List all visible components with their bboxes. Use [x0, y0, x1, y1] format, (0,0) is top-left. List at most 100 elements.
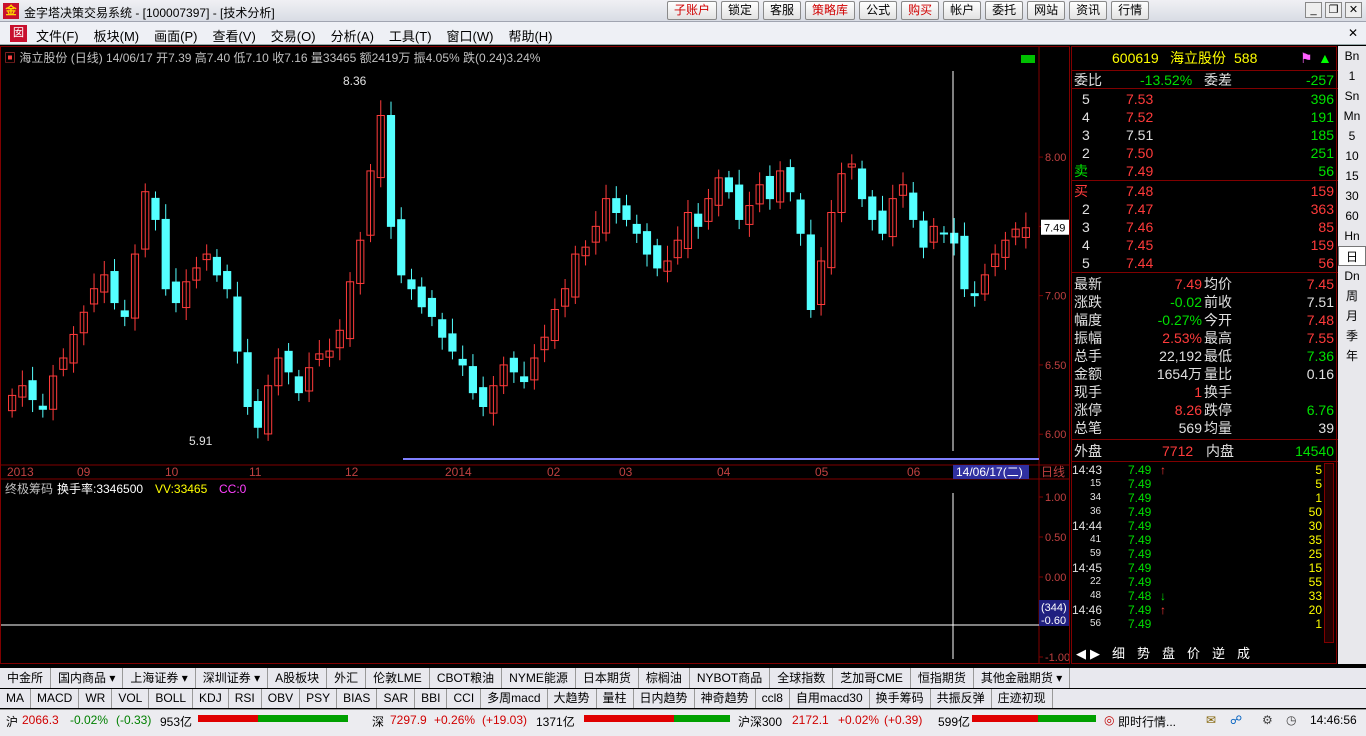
- book-row[interactable]: 3 7.51 185: [1072, 126, 1338, 144]
- top-button-7[interactable]: 委托: [985, 1, 1024, 20]
- minimize-icon[interactable]: _: [1305, 2, 1322, 18]
- menu-item-4[interactable]: 交易(O): [271, 26, 316, 45]
- indicator-tab-13[interactable]: 多周macd: [481, 689, 548, 708]
- book-row[interactable]: 卖 7.49 56: [1072, 162, 1338, 180]
- menu-item-7[interactable]: 窗口(W): [447, 26, 494, 45]
- top-button-0[interactable]: 子账户: [667, 1, 718, 20]
- indicator-tab-0[interactable]: MA: [0, 689, 31, 708]
- indicator-tab-10[interactable]: SAR: [377, 689, 416, 708]
- market-tab-1[interactable]: 国内商品 ▾: [51, 668, 124, 688]
- indicator-tab-14[interactable]: 大趋势: [548, 689, 597, 708]
- period-11[interactable]: Dn: [1338, 266, 1366, 286]
- market-tab-4[interactable]: A股板块: [268, 668, 328, 688]
- close-icon[interactable]: ✕: [1345, 2, 1362, 18]
- indicator-tab-21[interactable]: 共振反弹: [931, 689, 992, 708]
- market-tab-9[interactable]: 日本期货: [576, 668, 639, 688]
- market-tab-10[interactable]: 棕榈油: [639, 668, 690, 688]
- market-tab-3[interactable]: 深圳证券 ▾: [196, 668, 269, 688]
- book-row[interactable]: 4 7.52 191: [1072, 108, 1338, 126]
- period-15[interactable]: 年: [1338, 346, 1366, 366]
- settings-icon[interactable]: ⚙: [1262, 713, 1273, 727]
- up-arrow-icon[interactable]: ▲: [1318, 49, 1332, 67]
- indicator-tab-6[interactable]: RSI: [229, 689, 262, 708]
- indicator-tab-17[interactable]: 神奇趋势: [695, 689, 756, 708]
- market-tab-12[interactable]: 全球指数: [770, 668, 834, 688]
- period-8[interactable]: 60: [1338, 206, 1366, 226]
- top-button-4[interactable]: 公式: [859, 1, 898, 20]
- chart-pane[interactable]: 8.007.507.006.506.008.365.917.4920130910…: [0, 46, 1070, 664]
- top-button-2[interactable]: 客服: [763, 1, 802, 20]
- top-button-1[interactable]: 锁定: [721, 1, 760, 20]
- menu-item-8[interactable]: 帮助(H): [508, 26, 552, 45]
- menu-item-2[interactable]: 画面(P): [154, 26, 197, 45]
- period-7[interactable]: 30: [1338, 186, 1366, 206]
- indicator-tab-9[interactable]: BIAS: [337, 689, 378, 708]
- tick-footer-4[interactable]: 盘: [1162, 645, 1175, 663]
- market-tab-2[interactable]: 上海证券 ▾: [123, 668, 196, 688]
- kline-chart[interactable]: 8.007.507.006.506.008.365.917.4920130910…: [1, 47, 1069, 663]
- flag-icon[interactable]: ⚑: [1300, 49, 1313, 67]
- tick-footer-3[interactable]: 势: [1137, 645, 1150, 663]
- indicator-tab-22[interactable]: 庄迹初现: [992, 689, 1053, 708]
- market-tab-0[interactable]: 中金所: [0, 668, 52, 688]
- top-button-3[interactable]: 策略库: [805, 1, 856, 20]
- close-doc-icon[interactable]: ✕: [1346, 26, 1360, 40]
- indicator-tab-3[interactable]: VOL: [112, 689, 150, 708]
- top-button-10[interactable]: 行情: [1111, 1, 1150, 20]
- tick-footer-2[interactable]: 细: [1112, 645, 1125, 663]
- period-2[interactable]: Sn: [1338, 86, 1366, 106]
- menu-item-6[interactable]: 工具(T): [389, 26, 432, 45]
- book-row[interactable]: 5 7.53 396: [1072, 90, 1338, 108]
- period-9[interactable]: Hn: [1338, 226, 1366, 246]
- indicator-tab-11[interactable]: BBI: [415, 689, 448, 708]
- book-row[interactable]: 买 7.48 159: [1072, 182, 1338, 200]
- period-10[interactable]: 日: [1338, 246, 1366, 266]
- market-tab-6[interactable]: 伦敦LME: [366, 668, 430, 688]
- market-tab-11[interactable]: NYBOT商品: [690, 668, 771, 688]
- market-tab-5[interactable]: 外汇: [327, 668, 367, 688]
- book-row[interactable]: 2 7.47 363: [1072, 200, 1338, 218]
- indicator-tab-19[interactable]: 自用macd30: [790, 689, 870, 708]
- market-tab-15[interactable]: 其他金融期货 ▾: [974, 668, 1071, 688]
- tick-footer-5[interactable]: 价: [1187, 645, 1200, 663]
- indicator-tab-16[interactable]: 日内趋势: [634, 689, 695, 708]
- top-button-9[interactable]: 资讯: [1069, 1, 1108, 20]
- book-row[interactable]: 4 7.45 159: [1072, 236, 1338, 254]
- period-6[interactable]: 15: [1338, 166, 1366, 186]
- period-12[interactable]: 周: [1338, 286, 1366, 306]
- book-row[interactable]: 2 7.50 251: [1072, 144, 1338, 162]
- tick-footer-1[interactable]: ▶: [1090, 645, 1100, 663]
- top-button-8[interactable]: 网站: [1027, 1, 1066, 20]
- menu-item-0[interactable]: 文件(F): [36, 26, 79, 45]
- indicator-tab-12[interactable]: CCI: [447, 689, 482, 708]
- indicator-tab-2[interactable]: WR: [79, 689, 113, 708]
- indicator-tab-4[interactable]: BOLL: [149, 689, 194, 708]
- tick-footer-7[interactable]: 成: [1237, 645, 1250, 663]
- market-tab-7[interactable]: CBOT粮油: [430, 668, 503, 688]
- news-ticker[interactable]: 即时行情...: [1118, 713, 1176, 730]
- tick-scrollbar[interactable]: [1324, 463, 1334, 643]
- menu-item-5[interactable]: 分析(A): [331, 26, 374, 45]
- period-14[interactable]: 季: [1338, 326, 1366, 346]
- link-icon[interactable]: ☍: [1230, 713, 1242, 727]
- period-3[interactable]: Mn: [1338, 106, 1366, 126]
- indicator-tab-18[interactable]: ccl8: [756, 689, 790, 708]
- book-row[interactable]: 3 7.46 85: [1072, 218, 1338, 236]
- market-tab-8[interactable]: NYME能源: [502, 668, 576, 688]
- document-icon[interactable]: 囡: [10, 25, 27, 42]
- indicator-tab-20[interactable]: 换手筹码: [870, 689, 931, 708]
- top-button-5[interactable]: 购买: [901, 1, 940, 20]
- indicator-tab-1[interactable]: MACD: [31, 689, 80, 708]
- period-5[interactable]: 10: [1338, 146, 1366, 166]
- top-button-6[interactable]: 帐户: [943, 1, 982, 20]
- market-tab-13[interactable]: 芝加哥CME: [833, 668, 911, 688]
- restore-icon[interactable]: ❐: [1325, 2, 1342, 18]
- indicator-tab-5[interactable]: KDJ: [193, 689, 229, 708]
- message-icon[interactable]: ✉: [1206, 713, 1216, 727]
- indicator-tab-7[interactable]: OBV: [262, 689, 301, 708]
- menu-item-1[interactable]: 板块(M): [94, 26, 140, 45]
- tick-list[interactable]: 14:43 7.49 ↑ 5 15 7.49 5 34 7.49 1 36 7.49 50 14:44 7.…: [1072, 461, 1338, 645]
- menu-item-3[interactable]: 查看(V): [212, 26, 255, 45]
- tick-footer-0[interactable]: ◀: [1076, 645, 1086, 663]
- tick-footer-6[interactable]: 逆: [1212, 645, 1225, 663]
